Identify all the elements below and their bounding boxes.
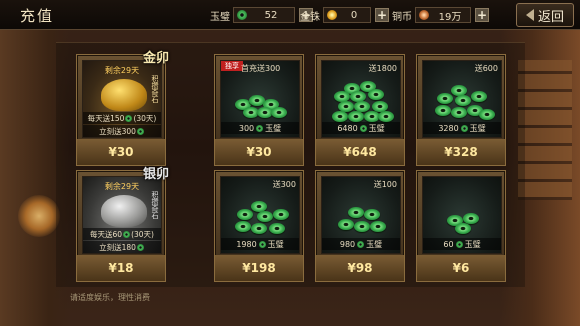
currency-value: 19万 <box>438 11 462 23</box>
amount-row: 60 玉璧 <box>423 238 501 250</box>
footer-hint: 请适度娱乐，理性消费 <box>70 293 150 302</box>
add-copper-button[interactable]: + <box>475 8 489 22</box>
price-button[interactable]: ¥30 <box>215 139 303 165</box>
amount-row: 300 玉璧 <box>221 122 299 134</box>
jade-coin-icon <box>136 127 144 135</box>
card-art: 60 玉璧 <box>422 176 502 254</box>
card-vertical-text: 积攒奇石 <box>151 75 159 103</box>
bonus-label: 送600 <box>474 64 498 73</box>
jade-coin-icon <box>455 240 463 248</box>
gold-monthly-card[interactable]: 剩余29天 积攒奇石 每天送150 (30天) 立刻送300 金卯 ¥30 <box>76 51 169 166</box>
bonus-label: 送1800 <box>368 64 397 73</box>
jade-coin-icon <box>258 240 266 248</box>
card-art: 剩余29天 积攒奇石 每天送60 (30天) 立刻送180 <box>82 176 162 254</box>
card-art: 送300 1980 玉璧 <box>220 176 300 254</box>
price-button[interactable]: ¥198 <box>215 255 303 281</box>
currency-jade: 玉璧 52 + <box>210 6 313 24</box>
bonus-label: 送100 <box>373 180 397 189</box>
jade-coin-icon <box>357 240 365 248</box>
jade-coin-icon <box>136 243 144 251</box>
price-button[interactable]: ¥328 <box>417 139 505 165</box>
bonus-label: 送300 <box>272 180 296 189</box>
amount-row: 980 玉璧 <box>322 238 400 250</box>
exclusive-tag: 独享 <box>221 61 243 71</box>
jade-pack-980[interactable]: 送100 980 玉璧 ¥98 <box>315 170 405 282</box>
card-vertical-text: 积攒奇石 <box>151 191 159 219</box>
jade-coin-icon <box>237 10 247 20</box>
currency-gold: 金铢 0 + <box>300 6 389 24</box>
card-art: 送600 3280 玉璧 <box>422 60 502 138</box>
silver-turtle-icon <box>101 195 147 227</box>
amount-row: 6480 玉璧 <box>322 122 400 134</box>
currency-label: 金铢 <box>300 11 320 23</box>
jade-coin-icon <box>125 114 133 122</box>
currency-copper: 铜币 19万 + <box>392 6 489 24</box>
instant-reward-row: 立刻送300 <box>83 125 161 137</box>
jade-pack-3280[interactable]: 送600 3280 玉璧 ¥328 <box>416 54 506 166</box>
top-bar: 充值 玉璧 52 + 金铢 0 + 铜币 19万 + 返回 <box>0 0 580 30</box>
amount-row: 1980 玉璧 <box>221 238 299 250</box>
back-button[interactable]: 返回 <box>516 3 574 27</box>
instant-reward-row: 立刻送180 <box>83 241 161 253</box>
card-art: 剩余29天 积攒奇石 每天送150 (30天) 立刻送300 <box>82 60 162 138</box>
currency-value: 52 <box>264 9 278 21</box>
silver-card-stamp: 银卯 <box>142 167 169 182</box>
currency-label: 玉璧 <box>210 11 230 23</box>
jade-pack-1980[interactable]: 送300 1980 玉璧 ¥198 <box>214 170 304 282</box>
jade-pack-6480[interactable]: 送1800 6480 玉璧 ¥648 <box>315 54 405 166</box>
background-window <box>518 60 572 200</box>
amount-row: 3280 玉璧 <box>423 122 501 134</box>
price-button[interactable]: ¥6 <box>417 255 505 281</box>
jade-pack-300[interactable]: 独享 首充送300 300 玉璧 ¥30 <box>214 54 304 166</box>
price-button[interactable]: ¥98 <box>316 255 404 281</box>
card-art: 送100 980 玉璧 <box>321 176 401 254</box>
jade-pack-60[interactable]: 60 玉璧 ¥6 <box>416 170 506 282</box>
jade-coin-icon <box>123 230 131 238</box>
jade-coin-icon <box>256 124 264 132</box>
golden-beast-icon <box>101 79 147 111</box>
page-title: 充值 <box>20 7 55 25</box>
currency-label: 铜币 <box>392 11 412 23</box>
jade-coin-icon <box>460 124 468 132</box>
gold-coin-icon <box>327 10 337 20</box>
silver-monthly-card[interactable]: 剩余29天 积攒奇石 每天送60 (30天) 立刻送180 银卯 ¥18 <box>76 167 169 282</box>
first-bonus-label: 首充送300 <box>241 64 281 73</box>
background-lamp <box>18 195 60 237</box>
daily-reward-row: 每天送60 (30天) <box>83 228 161 240</box>
copper-coin-icon <box>419 10 429 20</box>
price-button[interactable]: ¥648 <box>316 139 404 165</box>
price-button[interactable]: ¥18 <box>77 255 165 281</box>
price-button[interactable]: ¥30 <box>77 139 165 165</box>
back-button-label: 返回 <box>537 9 564 25</box>
currency-value: 0 <box>350 9 358 21</box>
daily-reward-row: 每天送150 (30天) <box>83 112 161 124</box>
card-art: 送1800 6480 玉璧 <box>321 60 401 138</box>
add-gold-button[interactable]: + <box>375 8 389 22</box>
gold-card-stamp: 金卯 <box>142 51 169 66</box>
jade-coin-icon <box>359 124 367 132</box>
back-arrow-icon <box>525 9 534 21</box>
card-art: 独享 首充送300 300 玉璧 <box>220 60 300 138</box>
